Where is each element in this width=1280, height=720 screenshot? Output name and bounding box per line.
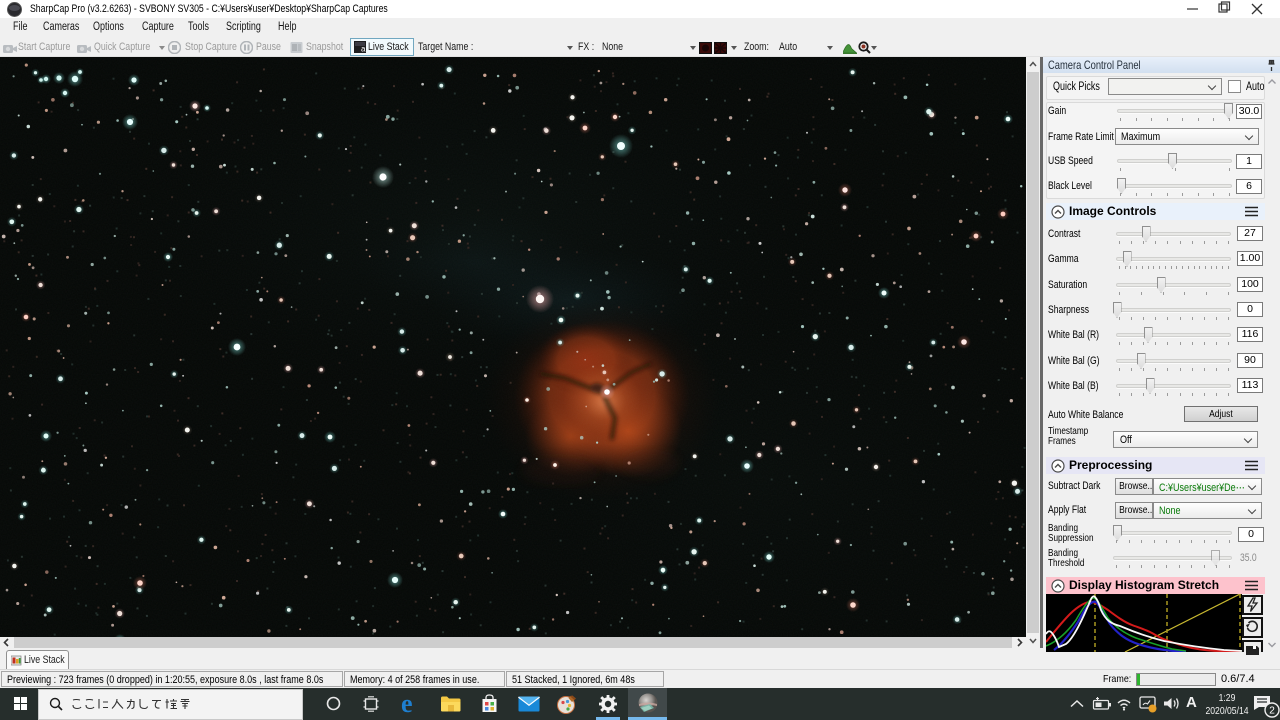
svg-text:a: a — [361, 45, 366, 54]
svg-text:2: 2 — [1269, 706, 1275, 717]
